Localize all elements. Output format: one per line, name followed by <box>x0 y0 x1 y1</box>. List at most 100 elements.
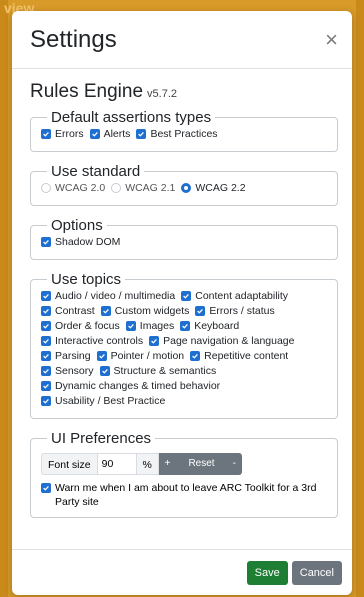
font-size-label: Font size <box>41 453 97 475</box>
options-fieldset: Options Shadow DOM <box>30 217 338 260</box>
topic-option-3[interactable]: Custom widgets <box>100 305 190 317</box>
standard-option-1[interactable]: WCAG 2.1 <box>111 182 175 194</box>
standard-option-0[interactable]: WCAG 2.0 <box>41 182 105 194</box>
font-reset-button[interactable]: Reset <box>176 453 227 475</box>
topic-option-10[interactable]: Parsing <box>41 350 91 362</box>
standard-label: WCAG 2.1 <box>125 182 176 194</box>
topic-option-16[interactable]: Usability / Best Practice <box>41 395 165 407</box>
topics-fieldset: Use topics Audio / video / multimedia Con… <box>30 271 338 419</box>
radio-icon[interactable] <box>181 183 192 193</box>
standard-label: WCAG 2.2 <box>195 182 246 194</box>
topic-label: Contrast <box>55 305 95 317</box>
checkbox-icon[interactable] <box>41 237 51 247</box>
ui-preferences-legend: UI Preferences <box>51 430 152 447</box>
rules-engine-version: v5.7.2 <box>147 88 177 100</box>
topic-option-7[interactable]: Keyboard <box>180 320 239 332</box>
checkbox-icon[interactable] <box>41 291 51 301</box>
assertion-label: Alerts <box>103 128 131 140</box>
topic-label: Custom widgets <box>114 305 190 317</box>
checkbox-icon[interactable] <box>41 351 51 361</box>
topic-label: Images <box>139 320 175 332</box>
radio-icon[interactable] <box>111 183 122 193</box>
font-size-control: Font size 90 % + Reset - <box>41 453 327 475</box>
assertions-legend: Default assertions types <box>51 109 212 126</box>
checkbox-icon[interactable] <box>195 306 206 316</box>
checkbox-icon[interactable] <box>125 321 136 331</box>
topic-label: Content adaptability <box>195 290 289 302</box>
assertion-option-2[interactable]: Best Practices <box>136 128 218 140</box>
topics-row: Audio / video / multimedia Content adapta… <box>41 290 327 410</box>
checkbox-icon[interactable] <box>41 336 51 346</box>
checkbox-icon[interactable] <box>41 366 51 376</box>
topic-label: Interactive controls <box>55 335 144 347</box>
modal-header: Settings × <box>12 11 352 69</box>
ui-preferences-fieldset: UI Preferences Font size 90 % + Reset - … <box>30 430 338 518</box>
topic-label: Repetitive content <box>204 350 289 362</box>
option-label: Shadow DOM <box>55 236 121 248</box>
topic-label: Audio / video / multimedia <box>55 290 176 302</box>
topic-label: Order & focus <box>55 320 120 332</box>
topic-option-1[interactable]: Content adaptability <box>181 290 288 302</box>
option-option-0[interactable]: Shadow DOM <box>41 236 120 248</box>
rules-engine-title: Rules Engine <box>30 81 144 102</box>
checkbox-icon[interactable] <box>41 396 51 406</box>
topic-label: Parsing <box>55 350 91 362</box>
warn-leave-option[interactable]: Warn me when I am about to leave ARC Too… <box>41 481 327 509</box>
font-size-input[interactable]: 90 <box>96 453 137 475</box>
options-row: Shadow DOM <box>41 236 327 251</box>
options-legend: Options <box>51 217 103 234</box>
save-button[interactable]: Save <box>246 560 288 585</box>
assertion-label: Errors <box>55 128 84 140</box>
checkbox-icon[interactable] <box>181 291 192 301</box>
topic-option-4[interactable]: Errors / status <box>195 305 275 317</box>
topic-option-12[interactable]: Repetitive content <box>190 350 288 362</box>
close-icon[interactable]: × <box>325 28 338 51</box>
topics-legend: Use topics <box>51 271 122 288</box>
checkbox-icon[interactable] <box>89 129 100 139</box>
assertion-option-0[interactable]: Errors <box>41 128 84 140</box>
topic-option-15[interactable]: Dynamic changes & timed behavior <box>41 380 220 392</box>
topic-option-9[interactable]: Page navigation & language <box>149 335 294 347</box>
checkbox-icon[interactable] <box>99 366 110 376</box>
checkbox-icon[interactable] <box>41 129 51 139</box>
topic-option-13[interactable]: Sensory <box>41 365 94 377</box>
font-decrease-button[interactable]: - <box>226 453 242 475</box>
checkbox-icon[interactable] <box>41 381 51 391</box>
topic-option-11[interactable]: Pointer / motion <box>96 350 184 362</box>
topic-label: Errors / status <box>209 305 275 317</box>
assertion-label: Best Practices <box>150 128 218 140</box>
standard-fieldset: Use standard WCAG 2.0 WCAG 2.1 WCAG 2.2 <box>30 163 338 206</box>
topic-option-14[interactable]: Structure & semantics <box>99 365 216 377</box>
backdrop-right <box>356 0 364 597</box>
topic-option-6[interactable]: Images <box>125 320 175 332</box>
checkbox-icon[interactable] <box>180 321 191 331</box>
cancel-button[interactable]: Cancel <box>291 560 342 585</box>
modal-body: Rules Engine v5.7.2 Default assertions t… <box>12 69 352 518</box>
checkbox-icon[interactable] <box>149 336 160 346</box>
topic-label: Keyboard <box>194 320 240 332</box>
modal-footer: Save Cancel <box>12 549 352 595</box>
checkbox-icon[interactable] <box>96 351 107 361</box>
rules-engine-heading: Rules Engine v5.7.2 <box>30 81 338 103</box>
warn-leave-label: Warn me when I am about to leave ARC Too… <box>55 482 317 508</box>
topic-option-5[interactable]: Order & focus <box>41 320 120 332</box>
topic-label: Dynamic changes & timed behavior <box>55 380 221 392</box>
checkbox-icon[interactable] <box>100 306 111 316</box>
font-increase-button[interactable]: + <box>158 453 177 475</box>
settings-modal: Settings × Rules Engine v5.7.2 Default a… <box>12 11 352 595</box>
standard-option-2[interactable]: WCAG 2.2 <box>181 182 246 194</box>
checkbox-icon[interactable] <box>41 306 51 316</box>
assertions-row: Errors Alerts Best Practices <box>41 128 327 143</box>
topic-option-8[interactable]: Interactive controls <box>41 335 143 347</box>
topic-option-2[interactable]: Contrast <box>41 305 95 317</box>
topic-option-0[interactable]: Audio / video / multimedia <box>41 290 175 302</box>
topic-label: Page navigation & language <box>163 335 295 347</box>
checkbox-icon[interactable] <box>41 483 51 493</box>
checkbox-icon[interactable] <box>41 321 51 331</box>
assertions-fieldset: Default assertions types Errors Alerts Bes… <box>30 109 338 152</box>
checkbox-icon[interactable] <box>136 129 147 139</box>
topic-label: Usability / Best Practice <box>55 395 166 407</box>
checkbox-icon[interactable] <box>190 351 201 361</box>
assertion-option-1[interactable]: Alerts <box>89 128 131 140</box>
radio-icon[interactable] <box>41 183 51 193</box>
